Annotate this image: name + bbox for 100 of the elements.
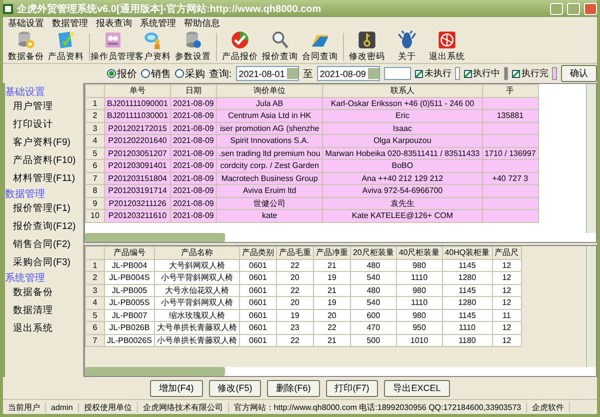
column-header [86, 84, 104, 97]
date-from-field[interactable]: 2021-08-01 [236, 66, 299, 81]
table-cell [482, 160, 538, 172]
row-number: 4 [86, 296, 104, 309]
row-number: 2 [86, 272, 104, 284]
menu-item[interactable]: 数据管理 [49, 17, 91, 30]
search-field[interactable] [384, 67, 412, 80]
check-icon [230, 30, 250, 50]
table-row[interactable]: 3 P201202172015 2021-08-09 iser promotion AG (shenzhe Isaac [86, 122, 538, 134]
close-button[interactable] [584, 2, 597, 14]
row-number: 5 [86, 309, 104, 322]
database-icon [16, 30, 36, 50]
table-cell: 23 [276, 322, 314, 334]
toolbar-button[interactable]: 退出系统 [427, 30, 467, 63]
table-row[interactable]: 9 P201203211126 2021-08-09 世健公司 袁先生 [86, 197, 538, 210]
vertical-scrollbar[interactable] [586, 84, 596, 233]
radio-button[interactable] [107, 69, 116, 78]
table-cell: 135881 [482, 110, 538, 122]
action-button[interactable]: 修改(F5) [208, 380, 262, 396]
row-number: 3 [86, 284, 104, 296]
toolbar-button[interactable]: 关于 [387, 30, 427, 63]
sidebar-item[interactable]: 数据清理 [5, 301, 83, 319]
status-text: 官方网站：http://www.qh8000.com 电话:18992030956 QQ:172184600,33903573 [228, 402, 528, 412]
action-button[interactable]: 增加(F4) [150, 380, 203, 396]
sidebar-item[interactable]: 用户管理 [5, 97, 83, 115]
table-cell: 小号单拱长青藤双人椅 [154, 334, 240, 346]
action-button[interactable]: 打印(F7) [326, 380, 378, 396]
table-cell: 1010 [396, 334, 442, 346]
table-row[interactable]: 10 P201203211610 2021-08-09 kate Kate KATELEE@126+ COM [86, 210, 538, 222]
toolbar-button[interactable]: 操作员管理 [93, 30, 133, 63]
table-row[interactable]: 5 P201203051207 2021-08-09 .sen trading ltd premium hou Marwan Hobeika 020-83511411 / 83511433 1710 / 136997 [86, 147, 538, 160]
toolbar-button[interactable]: 客户资料 [133, 30, 173, 63]
sidebar-item[interactable]: 数据备份 [5, 283, 83, 301]
sidebar-item[interactable]: 客户资料(F9) [5, 133, 83, 151]
table-cell [482, 134, 538, 147]
table-cell: 21 [313, 334, 350, 346]
table-row[interactable]: 4 P201202201640 2021-08-09 Spirit Innovations S.A. Olga Karpouzou [86, 134, 538, 147]
status-checkbox[interactable]: 执行中 [464, 67, 500, 80]
menu-item[interactable]: 帮助信息 [181, 17, 223, 30]
sidebar-item[interactable]: 报价查询(F12) [5, 217, 83, 235]
table-cell: 20 [276, 272, 314, 284]
menu-item[interactable]: 基础设置 [5, 17, 47, 30]
sidebar-item[interactable]: 销售合同(F2) [5, 235, 83, 253]
row-number: 6 [86, 322, 104, 334]
action-button[interactable]: 删除(F6) [267, 380, 320, 396]
table-cell: 540 [350, 272, 396, 284]
to-label: 至 [302, 68, 313, 80]
sidebar-item[interactable]: 材料管理(F11) [5, 169, 83, 187]
toolbar-button[interactable]: 参数设置 [173, 30, 213, 63]
vertical-scrollbar[interactable] [586, 246, 596, 367]
toolbar-button[interactable]: 数据备份 [6, 30, 46, 63]
sidebar-item[interactable]: 退出系统 [5, 319, 83, 337]
toolbar-button[interactable]: 报价查询 [260, 30, 300, 63]
radio-button[interactable] [141, 69, 150, 78]
table-cell: 2021-08-09 [170, 134, 216, 147]
table-row[interactable]: 2 BJ201111030001 2021-08-09 Centrum Asia Ltd in HK Eric 135881 [86, 110, 538, 122]
table-row[interactable]: 1 BJ201111090001 2021-08-09 Jula AB Karl-Oskar Eriksson +46 (0)511 - 246 00 [86, 97, 538, 110]
minimize-button[interactable] [550, 2, 563, 14]
status-checkbox[interactable]: 执行完 [512, 67, 548, 80]
table-row[interactable]: 6 P201203091401 2021-08-09 cordcity corp. / Zest Garden BoBO [86, 160, 538, 172]
sidebar-item[interactable]: 产品资料(F10) [5, 151, 83, 169]
status-checkbox[interactable]: 未执行 [415, 67, 452, 80]
sidebar-heading: 系统管理 [5, 272, 46, 283]
toolbar-button[interactable]: 修改密码 [347, 30, 387, 63]
action-button[interactable]: 导出EXCEL [384, 380, 450, 396]
table-row[interactable]: 8 P201203191714 2021-08-09 Aviva Eruim ltd Aviva 972-54-6966700 [86, 184, 538, 197]
sidebar-item[interactable]: 打印设计 [5, 115, 83, 133]
sidebar-item[interactable]: 报价管理(F1) [5, 199, 83, 217]
table-cell: 2021-08-09 [170, 110, 216, 122]
radio-label[interactable]: 采购 [185, 66, 205, 80]
table-cell: JL-PB0026S [104, 334, 154, 346]
confirm-button[interactable]: 确认 [561, 65, 597, 82]
table-cell: 500 [350, 334, 396, 346]
column-header: 手 [482, 84, 538, 97]
date-to-field[interactable]: 2021-08-09 [316, 66, 380, 81]
toolbar-button[interactable]: 合同查询 [300, 30, 340, 63]
horizontal-scrollbar[interactable] [85, 367, 596, 376]
table-cell: 19 [313, 296, 350, 309]
table-cell: P201203091401 [104, 160, 170, 172]
sidebar-item[interactable]: 采购合同(F3) [5, 253, 83, 271]
table-cell [482, 210, 538, 222]
column-header: 产品毛重 [276, 246, 314, 259]
column-header: 产品编号 [104, 246, 154, 259]
toolbar-button[interactable]: 产品报价 [220, 30, 260, 63]
table-cell: BJ201111030001 [104, 110, 170, 122]
table-cell: 1110 [396, 296, 442, 309]
radio-button[interactable] [175, 69, 184, 78]
table-cell: 22 [276, 334, 314, 346]
menu-item[interactable]: 报表查询 [93, 17, 135, 30]
radio-label[interactable]: 报价 [117, 66, 137, 80]
menu-item[interactable]: 系统管理 [137, 17, 179, 30]
maximize-button[interactable] [567, 2, 580, 14]
sidebar-heading: 基础设置 [5, 86, 46, 97]
row-number: 9 [86, 197, 104, 210]
table-cell: 1180 [442, 334, 492, 346]
toolbar-button[interactable]: 产品资料 [46, 30, 86, 63]
radio-label[interactable]: 销售 [151, 66, 171, 80]
table-cell: 小号平背斜网双人椅 [154, 272, 240, 284]
column-header: 20尺柜装量 [350, 246, 396, 259]
table-row[interactable]: 7 P201203151804 2021-08-09 Macrotech Business Group Ana ++40 212 129 212 +40 727 3 [86, 172, 538, 184]
